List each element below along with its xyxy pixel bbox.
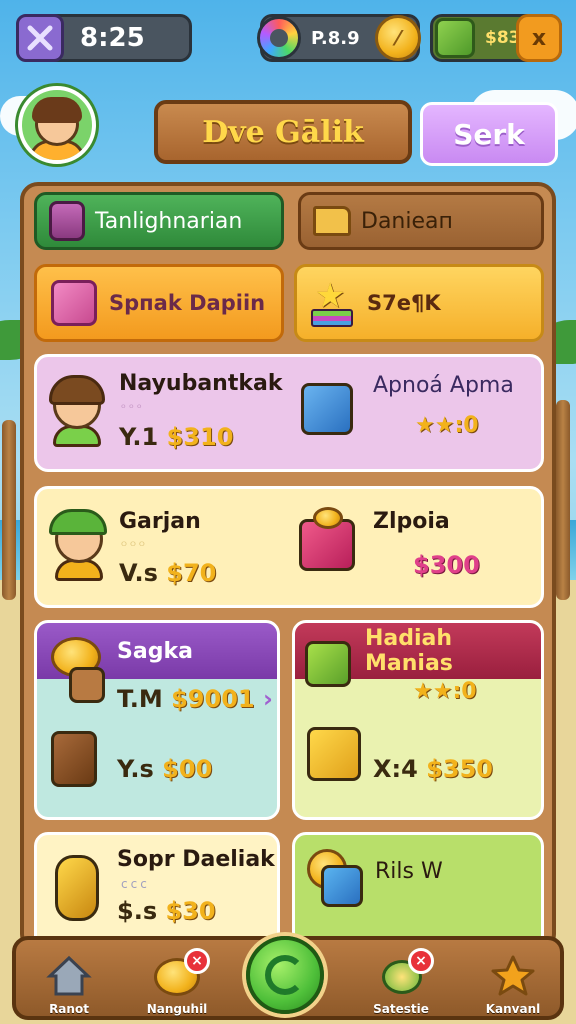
nav-label: Satestie [373, 1002, 429, 1016]
money-bag-icon [55, 855, 99, 921]
nav-label: Ranot [49, 1002, 89, 1016]
offer-stars: ★★:0 [413, 679, 477, 704]
offer-price: $300 [413, 551, 480, 579]
offer-name: Sopr Daeliak [117, 847, 275, 872]
chest-icon [51, 731, 97, 787]
category-label: Sрпak Dapiin [109, 291, 266, 315]
offer-name: Nayubantkak [119, 371, 283, 396]
offer-card[interactable]: Garjan ᴼᴼᴼ V.s $70 Zlpoia $300 [34, 486, 544, 608]
tab-danieaп[interactable]: Danieaп [298, 192, 544, 250]
gold-coin-icon[interactable]: ⁄ [375, 15, 421, 61]
tab-label: Danieaп [361, 208, 453, 234]
crossed-tools-icon[interactable] [16, 14, 64, 62]
offer-price: X:4 $350 [373, 755, 493, 783]
nav-label: Nanguhil [146, 1002, 208, 1016]
gift-icon [305, 641, 351, 687]
nav-kanvanl[interactable]: Kanvanl [468, 944, 558, 1020]
category-label: S7e¶K [367, 291, 441, 315]
offer-price: Y.1 $310 [119, 423, 234, 451]
jar-icon [49, 201, 85, 241]
palm-tree [556, 400, 570, 600]
offer-card[interactable]: Nayubantkak ᵒᵒᵒ Y.1 $310 Apnoá Apma ★★:0 [34, 354, 544, 472]
offer-price: $.s $30 [117, 897, 216, 925]
avatar-face [32, 97, 82, 146]
cash-pill[interactable]: $83.0 x [430, 14, 562, 62]
offer-name: Apnoá Apma [373, 373, 514, 398]
golden-box-icon [307, 727, 361, 781]
coin-stack-icon: × [154, 948, 210, 996]
offer-sub: ᴼᴼᴼ [121, 539, 148, 553]
offer-sub: ᵒᵒᵒ [121, 401, 145, 415]
seek-label: Serk [453, 117, 525, 151]
offer-card-sagka[interactable]: Sagka T.M $9001 › Y.s $00 [34, 620, 280, 820]
title-label: Dve Gālik [202, 114, 364, 150]
card-pack-icon [321, 865, 363, 907]
gems-value: P.8.9 [311, 27, 360, 49]
star-icon [490, 954, 536, 996]
card-icon [51, 280, 97, 326]
nav-label: Kanvanl [485, 1002, 541, 1016]
rainbow-ring-icon [257, 16, 301, 60]
offer-stars: ★★:0 [415, 413, 479, 438]
seek-button[interactable]: Serk [420, 102, 558, 166]
offer-card[interactable]: Sopr Daeliak ccc $.s $30 [34, 832, 280, 948]
swirl-icon [265, 955, 305, 995]
tab-tanlighnarian[interactable]: Tanlighnarian [34, 192, 284, 250]
leaf-icon: × [378, 948, 434, 996]
nav-coins[interactable]: × Nanguhil [132, 944, 222, 1020]
offer-name: Zlpoia [373, 509, 450, 534]
notification-badge: × [184, 948, 210, 974]
title-button[interactable]: Dve Gālik [154, 100, 412, 164]
offer-price: Y.s $00 [117, 755, 213, 783]
notification-badge: × [408, 948, 434, 974]
clock-pill: 8:25 [16, 14, 192, 62]
tab-label: Tanlighnarian [95, 208, 243, 234]
nav-home[interactable]: Ranot [24, 944, 114, 1020]
boy-character-icon [49, 509, 109, 581]
offer-name: Garjan [119, 509, 201, 534]
stars-icon: ★ [311, 279, 355, 327]
gems-pill[interactable]: P.8.9 ⁄ [257, 14, 421, 62]
coin-icon [313, 507, 343, 529]
shop-panel: Tanlighnarian Danieaп Sрпak Dapiin ★ S7e… [20, 182, 556, 952]
offer-card[interactable]: Rils W [292, 832, 544, 948]
cash-note-icon [435, 18, 475, 58]
offer-price: T.M $9001 › [117, 685, 273, 713]
folder-icon [313, 206, 351, 236]
category-stars[interactable]: ★ S7e¶K [294, 264, 544, 342]
offer-card-hadiah-manias[interactable]: Hadiah Manias ★★:0 X:4 $350 [292, 620, 544, 820]
time-display: 8:25 [80, 23, 145, 53]
offer-name: Sagka [117, 638, 193, 664]
offer-name: Rils W [375, 859, 443, 884]
offer-name: Hadiah Manias [365, 626, 453, 676]
girl-character-icon [47, 375, 107, 447]
player-avatar[interactable] [18, 86, 96, 164]
cube-icon [301, 383, 353, 435]
category-sрпak-dapiin[interactable]: Sрпak Dapiin [34, 264, 284, 342]
offer-sub: ccc [121, 877, 150, 891]
house-icon [46, 954, 92, 996]
palm-tree [2, 420, 16, 600]
center-play-button[interactable] [246, 936, 324, 1014]
add-cash-button[interactable]: x [516, 14, 562, 62]
nav-satestie[interactable]: × Satestie [356, 944, 446, 1020]
wood-log-icon [69, 667, 105, 703]
offer-price: V.s $70 [119, 559, 217, 587]
status-bar: 8:25 P.8.9 ⁄ $83.0 x [16, 14, 562, 70]
